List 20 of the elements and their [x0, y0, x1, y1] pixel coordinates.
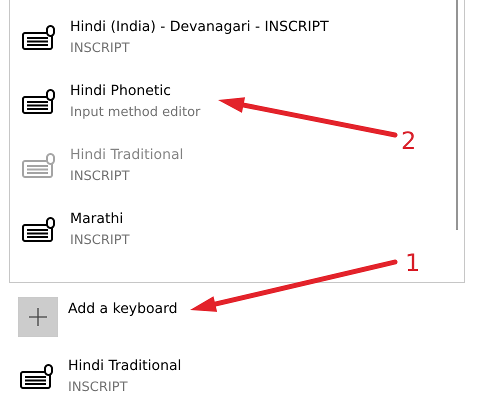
keyboard-icon — [22, 25, 56, 51]
keyboard-name[interactable]: Hindi Phonetic — [70, 80, 200, 102]
annotation-number: 2 — [401, 128, 416, 154]
add-keyboard-button[interactable] — [18, 297, 58, 337]
keyboard-layout: INSCRIPT — [70, 168, 131, 186]
keyboard-name[interactable]: Hindi (India) - Devanagari - INSCRIPT — [70, 16, 329, 38]
keyboard-icon — [20, 364, 54, 390]
keyboard-icon — [22, 153, 56, 179]
annotation-number: 1 — [405, 250, 420, 276]
keyboard-icon — [22, 89, 56, 115]
plus-icon — [29, 308, 47, 326]
keyboard-layout: INSCRIPT — [70, 232, 130, 250]
keyboard-name[interactable]: Marathi — [70, 208, 130, 230]
keyboard-layout: INSCRIPT — [68, 379, 129, 397]
keyboard-icon — [22, 217, 56, 243]
keyboard-name[interactable]: Hindi Traditional — [68, 355, 182, 377]
keyboard-layout: Input method editor — [70, 104, 200, 122]
scrollbar[interactable] — [456, 0, 458, 230]
keyboard-layout: INSCRIPT — [70, 40, 131, 58]
add-keyboard-label[interactable]: Add a keyboard — [68, 301, 178, 317]
